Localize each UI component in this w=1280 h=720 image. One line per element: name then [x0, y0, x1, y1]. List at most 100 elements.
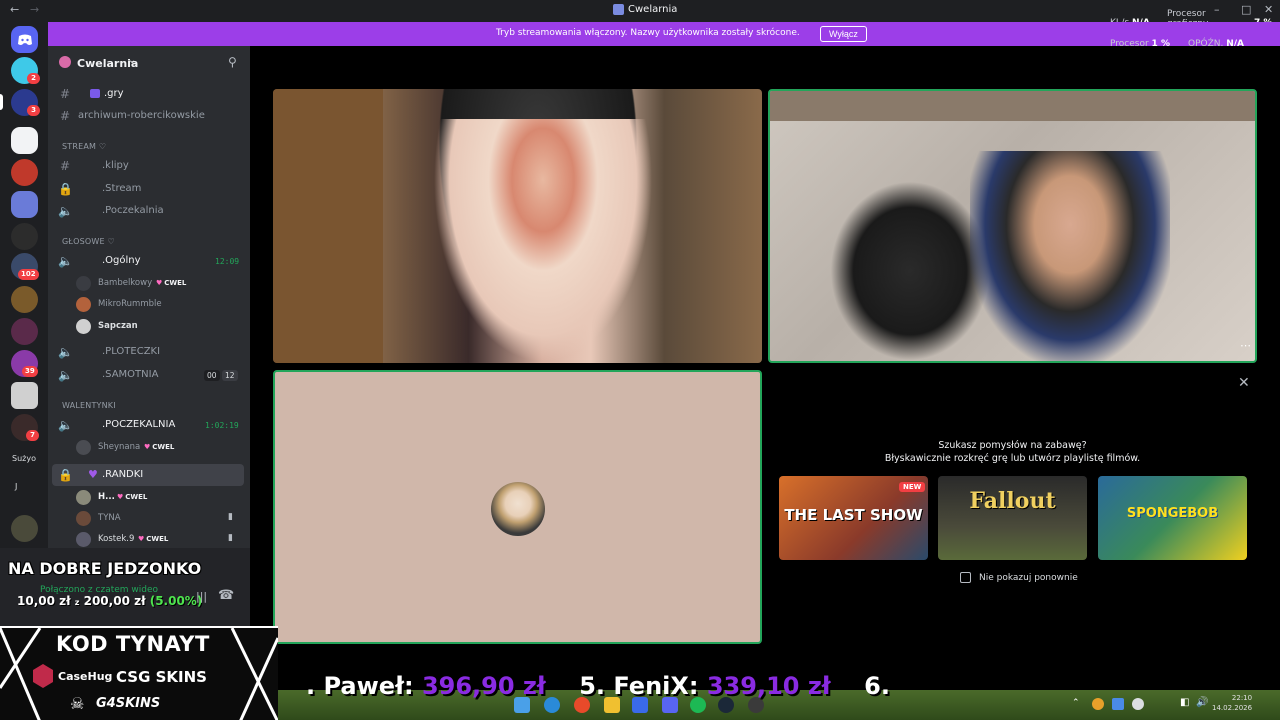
server-icon-11[interactable]: [11, 382, 38, 409]
server-badge-2: 3: [27, 105, 40, 116]
donation-ticker: . Paweł: 396,90 zł 5. FeniX: 339,10 zł 6…: [306, 672, 890, 700]
server-icon-8[interactable]: [11, 286, 38, 313]
brand-g4skins: G4SKINS: [96, 696, 161, 711]
promo-code: KOD TYNAYT: [56, 632, 210, 656]
server-badge-3: 102: [18, 269, 39, 280]
dont-show-again-checkbox[interactable]: Nie pokazuj ponownie: [960, 572, 1078, 583]
close-window-icon[interactable]: ✕: [1264, 3, 1273, 16]
server-icon-4[interactable]: [11, 159, 38, 186]
activity-question: Szukasz pomysłów na zabawę?: [938, 440, 1087, 451]
game-title: THE LAST SHOW: [784, 506, 923, 524]
tray-icon[interactable]: [1112, 698, 1124, 710]
volume-icon[interactable]: 🔊: [1196, 697, 1208, 708]
camera-icon: ▮: [228, 512, 233, 522]
new-badge: NEW: [899, 482, 926, 492]
channel-ploteczki[interactable]: 🔈 .PLOTECZKI: [58, 342, 244, 362]
skull-logo-icon: ☠: [70, 694, 85, 713]
speaker-active-icon: 🔈: [58, 254, 73, 268]
tray-chevron-icon[interactable]: ⌃: [1072, 698, 1080, 708]
person: [970, 151, 1170, 361]
title-bar: ← → Cwelarnia – □ ✕: [0, 0, 1280, 22]
role-tag: CWEL: [117, 493, 147, 501]
avatar: [76, 276, 91, 291]
category-stream[interactable]: STREAM ♡: [62, 142, 106, 151]
taskbar-clock[interactable]: 22:10 14.02.2026: [1212, 693, 1252, 713]
heart-icon: ♥: [88, 468, 98, 481]
server-badge-1: 2: [27, 73, 40, 84]
activity-subtitle: Błyskawicznie rozkręć grę lub utwórz pla…: [884, 453, 1141, 464]
hash-icon: #: [59, 87, 71, 101]
video-tile-user-1[interactable]: [273, 89, 762, 363]
shelf: [770, 91, 1255, 121]
folder-label[interactable]: Sużyo: [12, 454, 36, 463]
folder-label-j[interactable]: J: [15, 482, 17, 491]
category-walentynki[interactable]: WALENTYNKI: [62, 401, 116, 410]
ticker-amount: 339,10 zł: [706, 672, 831, 700]
user-count-badge: 00: [204, 370, 220, 381]
role-tag: CWEL: [144, 443, 174, 451]
channel-archiwum[interactable]: # archiwum-robercikowskie: [58, 106, 244, 126]
server-badge-4: 39: [22, 366, 38, 377]
activity-card-last-show[interactable]: NEW THE LAST SHOW: [779, 476, 928, 560]
channel-klipy[interactable]: # .klipy: [58, 156, 244, 176]
channel-timer: 12:09: [215, 257, 240, 266]
video-tile-user-2[interactable]: ⋯: [768, 89, 1257, 363]
brand-casehug: CaseHug: [58, 670, 113, 683]
window-title: Cwelarnia: [628, 4, 678, 15]
close-activity-panel-icon[interactable]: ✕: [1238, 375, 1250, 391]
maximize-icon[interactable]: □: [1241, 3, 1251, 16]
server-icon-13[interactable]: [11, 515, 38, 542]
server-avatar-icon: [59, 56, 71, 68]
hash-icon: #: [59, 109, 71, 123]
disconnect-call-icon[interactable]: ☎: [218, 588, 234, 603]
tray-icon[interactable]: [1092, 698, 1104, 710]
activity-prompt: Szukasz pomysłów na zabawę? Błyskawiczni…: [780, 439, 1245, 465]
channel-gry[interactable]: # .gry: [58, 84, 244, 104]
avatar: [76, 511, 91, 526]
promo-overlay: KOD TYNAYT CaseHug CSG SKINS ☠ G4SKINS: [0, 626, 278, 720]
server-icon-3[interactable]: [11, 127, 38, 154]
category-glosowe[interactable]: GŁOSOWE ♡: [62, 237, 115, 246]
ticker-name: . Paweł:: [306, 672, 414, 700]
channel-poczekalnia-stream[interactable]: 🔈 .Poczekalnia: [58, 201, 244, 221]
network-icon[interactable]: ◧: [1180, 697, 1189, 708]
banner-text: Tryb streamowania włączony. Nazwy użytko…: [496, 28, 800, 38]
camera-icon: ▮: [228, 533, 233, 543]
server-icon-5[interactable]: [11, 191, 38, 218]
disable-streamer-mode-button[interactable]: Wyłącz: [820, 26, 867, 42]
checkbox-box[interactable]: [960, 572, 971, 583]
tray-icon[interactable]: [1132, 698, 1144, 710]
back-arrow-icon[interactable]: ←: [10, 3, 19, 16]
video-tile-user-3[interactable]: [273, 370, 762, 644]
chevron-down-icon[interactable]: ⌄: [128, 55, 136, 66]
avatar: [491, 482, 545, 536]
minimize-icon[interactable]: –: [1214, 3, 1220, 16]
speaker-icon: 🔈: [58, 204, 73, 218]
activity-card-fallout[interactable]: Fallout: [938, 476, 1087, 560]
invite-user-icon[interactable]: ⚲: [228, 55, 237, 69]
game-title: SPONGEBOB: [1126, 506, 1219, 521]
gaming-chair: [830, 181, 990, 361]
channel-stream[interactable]: 🔒 .Stream: [58, 179, 244, 199]
avatar: [76, 532, 91, 547]
lock-icon: 🔒: [58, 468, 73, 482]
more-options-icon[interactable]: ⋯: [1240, 339, 1251, 352]
user-limit-badge: 12: [222, 370, 238, 381]
server-icon-6[interactable]: [11, 223, 38, 250]
overlay-food-text: NA DOBRE JEDZONKO: [8, 559, 202, 578]
ticker-amount: 396,90 zł: [421, 672, 546, 700]
discord-home-icon[interactable]: [11, 26, 38, 53]
speaker-icon: 🔈: [58, 345, 73, 359]
channel-timer: 1:02:19: [205, 421, 239, 430]
forward-arrow-icon[interactable]: →: [30, 3, 39, 16]
server-badge-5: 7: [26, 430, 39, 441]
speaker-active-icon: 🔈: [58, 418, 73, 432]
activity-card-spongebob[interactable]: SPONGEBOB: [1098, 476, 1247, 560]
channel-randki[interactable]: 🔒 ♥ .RANDKI: [58, 465, 244, 485]
voice-signal-icon: |||: [196, 590, 208, 603]
avatar: [76, 319, 91, 334]
streamer-mode-banner: Tryb streamowania włączony. Nazwy użytko…: [48, 22, 1280, 46]
role-tag: CWEL: [138, 535, 168, 543]
server-icon-9[interactable]: [11, 318, 38, 345]
hash-icon: #: [59, 159, 71, 173]
